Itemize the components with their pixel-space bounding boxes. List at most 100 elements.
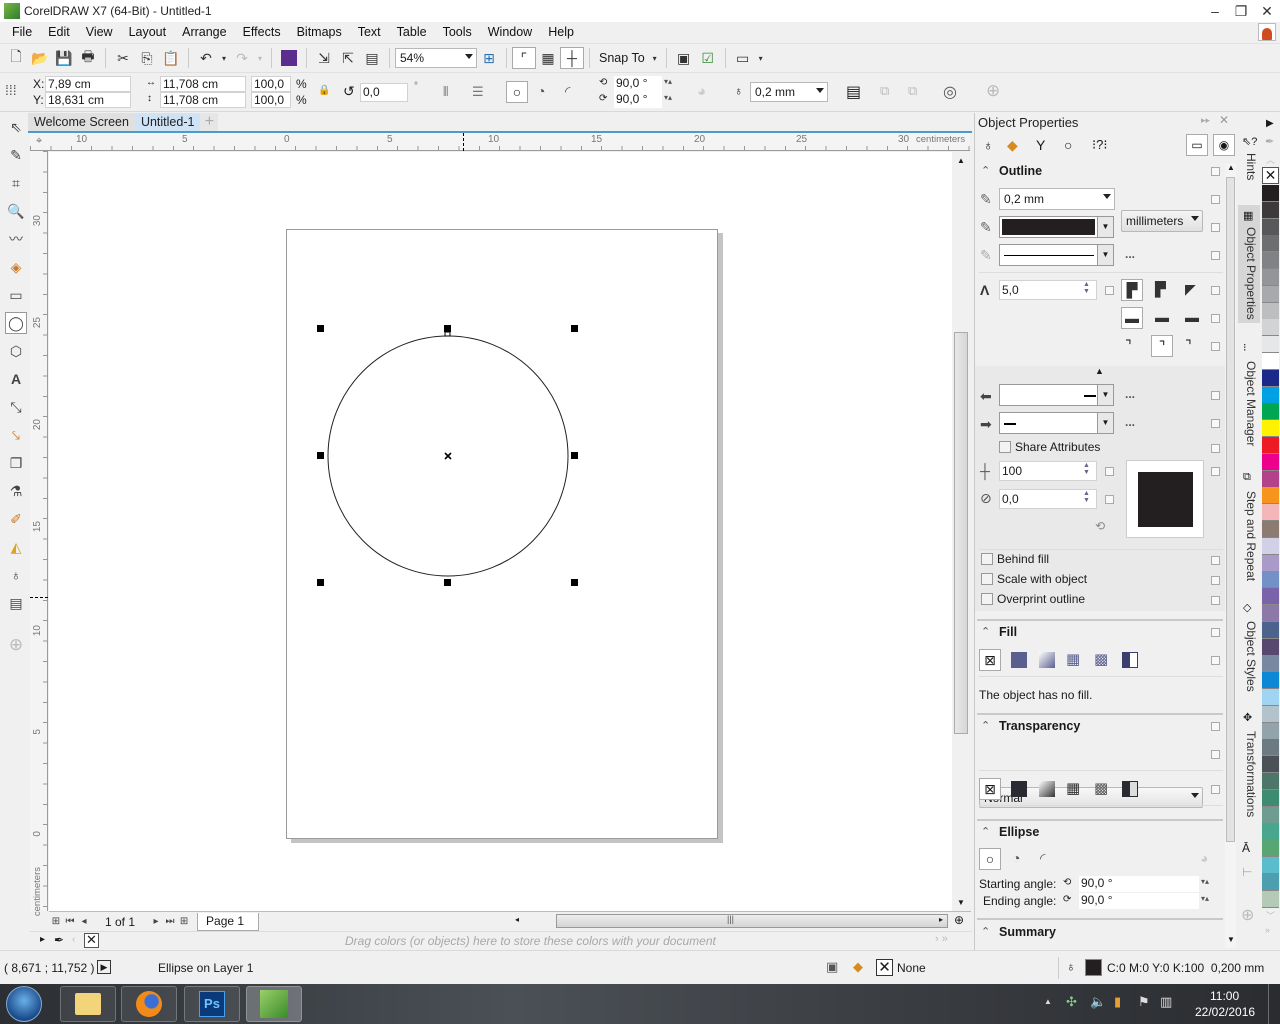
undo-dropdown-icon[interactable]: ▾	[218, 47, 230, 69]
postscript-fill-icon[interactable]	[1122, 652, 1138, 668]
palette-swatch[interactable]	[1262, 487, 1279, 505]
ellipse-mode-icon[interactable]: ○	[506, 81, 528, 103]
side-tab-transformations[interactable]: Transformations	[1240, 731, 1258, 817]
palette-swatch[interactable]	[1262, 588, 1279, 606]
menu-window[interactable]: Window	[480, 25, 540, 39]
palette-swatch[interactable]	[1262, 605, 1279, 622]
collapse-chevron-icon[interactable]: ⌃	[981, 625, 990, 638]
uniform-transparency-icon[interactable]	[1011, 781, 1027, 797]
options-icon[interactable]: ▣	[672, 47, 696, 69]
corner-bevel-icon[interactable]: ◤	[1185, 281, 1196, 298]
texture-fill-icon[interactable]: ▩	[1094, 650, 1108, 668]
no-color-swatch[interactable]: ✕	[1262, 167, 1279, 184]
tray-network-sync-icon[interactable]: ✣	[1066, 994, 1077, 1010]
import-icon[interactable]: ⇲	[312, 47, 336, 69]
palette-swatch[interactable]	[1262, 185, 1279, 202]
transparency-type-checkbox[interactable]	[1211, 785, 1220, 794]
convert-to-curves-icon[interactable]: ◎	[943, 82, 957, 102]
tray-action-center-icon[interactable]: ⚑	[1138, 994, 1150, 1010]
add-tool-icon[interactable]: ⊕	[5, 634, 27, 656]
redo-icon[interactable]: ↷	[230, 47, 254, 69]
print-icon[interactable]: 🖶	[76, 47, 100, 69]
palette-swatch[interactable]	[1262, 302, 1279, 320]
nib-angle-checkbox[interactable]	[1105, 495, 1114, 504]
zoom-tool-icon[interactable]: 🔍	[5, 200, 27, 222]
corner-miter-icon[interactable]: ▛	[1121, 279, 1143, 301]
open-icon[interactable]: 📂	[28, 47, 52, 69]
palette-swatch[interactable]	[1262, 420, 1279, 438]
palette-swatch[interactable]	[1262, 537, 1279, 555]
snap-to-dropdown-icon[interactable]: ▾	[649, 47, 661, 69]
docker-scrollbar[interactable]: ▲ ▼	[1225, 163, 1236, 948]
scale-height-input[interactable]: 100,0	[251, 92, 291, 108]
start-arrow-more-button[interactable]: ...	[1125, 387, 1135, 401]
docker-collapse-icon[interactable]: ▸▸	[1201, 115, 1210, 126]
status-menu-icon[interactable]: ▶	[97, 960, 111, 974]
stretch-checkbox[interactable]	[1105, 467, 1114, 476]
palette-swatch[interactable]	[1262, 319, 1279, 337]
x-position-input[interactable]: 7,89 cm	[45, 76, 131, 92]
minimize-button[interactable]: –	[1202, 0, 1228, 22]
transparency-tool-icon[interactable]: ⚗	[5, 480, 27, 502]
menu-help[interactable]: Help	[540, 25, 582, 39]
scroll-left-icon[interactable]: ‹	[72, 934, 75, 945]
palette-swatch[interactable]	[1262, 571, 1279, 589]
scroll-up-icon[interactable]: ▲	[957, 156, 965, 165]
document-palette[interactable]: ▸ ✒ ‹ ✕ Drag colors (or objects) here to…	[30, 931, 972, 950]
position-checkbox[interactable]	[1211, 342, 1220, 351]
arc-mode-icon[interactable]: ◜	[1040, 850, 1045, 867]
scale-width-input[interactable]: 100,0	[251, 76, 291, 92]
pie-mode-icon[interactable]: ◔	[1012, 850, 1020, 866]
chevron-down-icon[interactable]: ▼	[1097, 217, 1113, 237]
horizontal-scrollbar[interactable]: |||	[556, 914, 948, 928]
palette-swatch[interactable]	[1262, 269, 1279, 286]
pick-tool-icon[interactable]: ⇖	[5, 116, 27, 138]
tray-update-icon[interactable]: ▮	[1114, 994, 1121, 1010]
wrap-text-icon[interactable]: ▤	[846, 82, 861, 102]
palette-expand-icon[interactable]: »	[1265, 925, 1270, 935]
handle-middle-left[interactable]	[317, 452, 324, 459]
behind-fill-apply-checkbox[interactable]	[1211, 556, 1220, 565]
launcher-dropdown-icon[interactable]: ▾	[755, 47, 767, 69]
copy-icon[interactable]: ⎘	[135, 47, 159, 69]
clock-time[interactable]: 11:00	[1210, 989, 1239, 1003]
summary-tab-icon[interactable]: ⁝?⁝	[1092, 137, 1108, 153]
smart-fill-tool-icon[interactable]: ◈	[5, 256, 27, 278]
fill-tab-icon[interactable]: ◆	[1007, 137, 1018, 154]
align-tab-icon[interactable]: ⊢	[1242, 865, 1252, 879]
palette-swatch[interactable]	[1262, 689, 1279, 706]
tray-volume-icon[interactable]: 🔈	[1090, 994, 1106, 1010]
collapse-chevron-icon[interactable]: ⌃	[981, 164, 990, 177]
docker-view-icon[interactable]: ◉	[1213, 134, 1235, 156]
transparency-apply-checkbox[interactable]	[1211, 722, 1220, 731]
rectangle-tool-icon[interactable]: ▭	[5, 284, 27, 306]
starting-angle-spinner[interactable]: ▾▴	[664, 77, 672, 86]
node-handle[interactable]	[444, 331, 451, 337]
new-tab-icon[interactable]: +	[200, 113, 219, 131]
menu-effects[interactable]: Effects	[235, 25, 289, 39]
mirror-vertical-icon[interactable]: ☰	[472, 84, 484, 100]
texture-transparency-icon[interactable]: ▩	[1094, 779, 1108, 797]
publish-pdf-icon[interactable]: ▤	[360, 47, 384, 69]
start-arrow-checkbox[interactable]	[1211, 391, 1220, 400]
chevron-down-icon[interactable]: ▼	[1097, 385, 1113, 405]
start-button[interactable]	[6, 986, 42, 1022]
zoom-level-dropdown[interactable]: 54%	[395, 48, 477, 68]
menu-edit[interactable]: Edit	[40, 25, 78, 39]
side-tab-step-and-repeat[interactable]: Step and Repeat	[1240, 491, 1258, 581]
freehand-tool-icon[interactable]: 〰	[5, 228, 27, 250]
ending-angle-input[interactable]: 90,0 °	[614, 92, 662, 108]
clock-date[interactable]: 22/02/2016	[1195, 1005, 1255, 1019]
palette-swatch[interactable]	[1262, 873, 1279, 891]
parallel-dimension-tool-icon[interactable]: ⤡	[5, 396, 27, 418]
transparency-tab-icon[interactable]: Y	[1036, 137, 1045, 153]
ellipse-tool-icon[interactable]: ◯	[5, 312, 27, 334]
change-direction-icon[interactable]: ◕	[697, 83, 706, 100]
scroll-right-icon[interactable]: ▸	[939, 915, 943, 924]
ending-angle-input[interactable]: 90,0 °	[1079, 893, 1199, 909]
menu-file[interactable]: File	[4, 25, 40, 39]
collapse-chevron-icon[interactable]: ⌃	[981, 925, 990, 938]
palette-swatch[interactable]	[1262, 739, 1279, 757]
palette-flyout-icon[interactable]: ▶	[1266, 118, 1274, 129]
to-front-icon[interactable]: ⧉	[880, 83, 889, 99]
